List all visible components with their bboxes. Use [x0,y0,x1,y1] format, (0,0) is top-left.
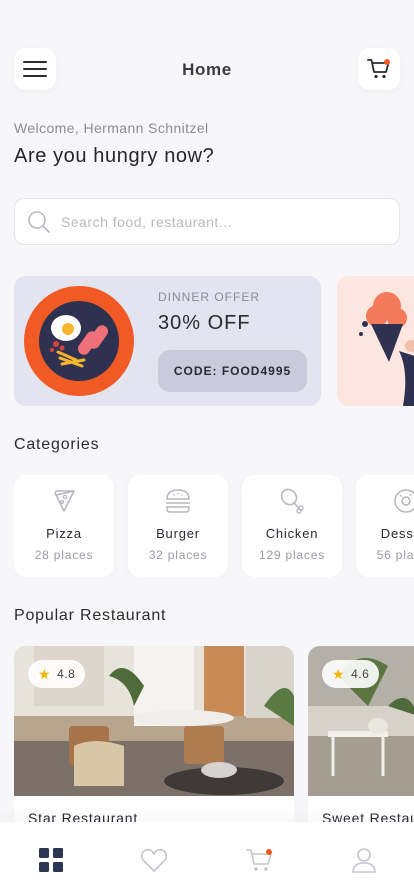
donut-icon [394,489,414,513]
rating-badge: ★ 4.6 [322,660,380,688]
category-card-burger[interactable]: Burger 32 places [128,475,228,577]
bottom-nav [0,822,414,896]
popular-title: Popular Restaurant [14,607,167,624]
cart-icon [367,59,390,79]
offer-label: DINNER OFFER [158,290,260,304]
nav-profile[interactable] [350,846,378,874]
search-input[interactable] [61,213,361,230]
categories-list[interactable]: Pizza 28 places Burger 32 places Chicken… [14,475,414,577]
category-count: 32 places [148,548,208,562]
offers-carousel[interactable]: DINNER OFFER 30% OFF CODE: FOOD4995 [14,276,414,406]
category-card-chicken[interactable]: Chicken 129 places [242,475,342,577]
cart-button[interactable] [358,48,400,90]
restaurant-card[interactable]: ★ 4.8 Star Restaurant [14,646,294,826]
nav-favorites[interactable] [140,846,168,874]
star-icon: ★ [38,665,52,682]
welcome-text: Welcome, Hermann Schnitzel [14,120,209,136]
category-card-dessert[interactable]: Dessert 56 places [356,475,414,577]
category-card-pizza[interactable]: Pizza 28 places [14,475,114,577]
star-icon: ★ [332,665,346,682]
rating-badge: ★ 4.8 [28,660,86,688]
heart-icon [140,848,168,872]
search-bar[interactable] [14,198,400,245]
restaurant-card[interactable]: ★ 4.6 Sweet Restaurant [308,646,414,826]
category-count: 56 places [376,548,414,562]
user-icon [352,848,376,873]
ice-cream-illustration [359,292,414,406]
category-count: 28 places [34,548,94,562]
offer-code-button[interactable]: CODE: FOOD4995 [158,350,307,392]
category-name: Pizza [46,526,82,541]
category-name: Dessert [380,526,414,541]
chicken-icon [280,488,304,514]
offer-card-ice-cream[interactable] [337,276,414,406]
category-name: Burger [156,526,200,541]
offer-value: 30% OFF [158,312,251,334]
categories-title: Categories [14,436,100,453]
rating-value: 4.8 [57,667,76,681]
page-title: Home [182,60,232,79]
category-count: 129 places [258,548,326,562]
category-name: Chicken [265,526,319,541]
search-icon [28,210,50,233]
food-plate-illustration [24,286,134,396]
nav-home[interactable] [37,846,65,874]
rating-value: 4.6 [351,667,370,681]
top-bar: Home [0,48,414,90]
offer-card[interactable]: DINNER OFFER 30% OFF CODE: FOOD4995 [14,276,321,406]
grid-icon [39,848,63,872]
cart-icon [246,849,272,871]
pizza-icon [54,490,75,512]
restaurants-list[interactable]: ★ 4.8 Star Restaurant ★ 4.6 Sweet Restau… [14,646,414,826]
headline: Are you hungry now? [14,145,215,167]
burger-icon [166,489,190,513]
nav-cart[interactable] [246,846,274,874]
